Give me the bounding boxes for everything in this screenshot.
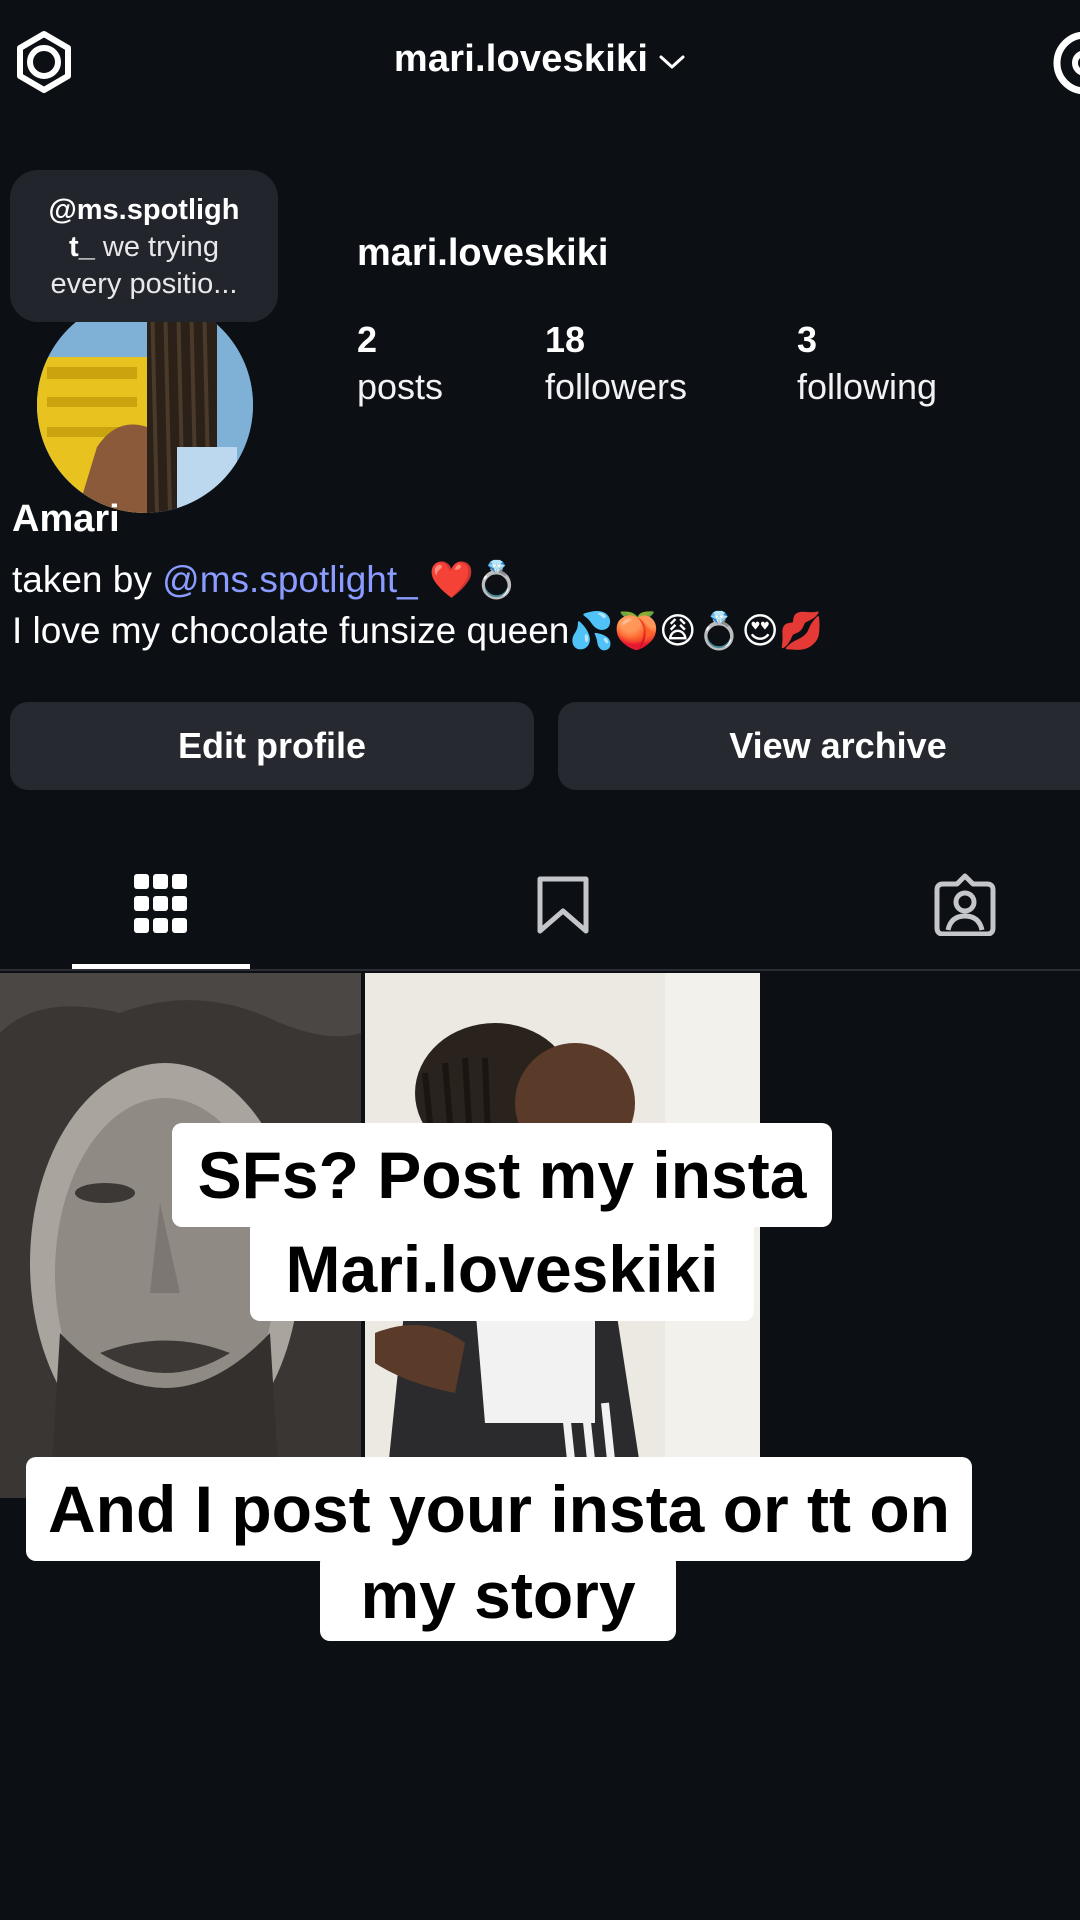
bio-emoji-2: 💦🍑😩💍😍💋 [569,611,824,652]
stat-followers[interactable]: 18 followers [545,318,687,412]
stat-posts-label: posts [357,366,444,407]
stat-following-count: 3 [797,319,818,360]
note-bubble-tail [260,248,278,266]
profile-username: mari.loveskiki [357,232,609,274]
tagged-person-icon[interactable] [933,872,997,936]
chevron-down-icon [658,39,686,82]
note-handle-cont: t_ [69,231,95,263]
stat-followers-label: followers [545,366,688,407]
caption-line-3: And I post your insta or tt on [26,1457,972,1561]
note-line2-text: we trying [94,231,219,263]
bio-line-1: taken by @ms.spotlight_ ❤️💍 [12,556,519,605]
bio-text: I love my chocolate funsize queen [12,610,570,651]
bio-emoji-1: ❤️💍 [417,560,519,601]
bookmark-icon[interactable] [536,875,590,935]
note-line2: t_ we trying [24,229,264,266]
caption-line-1: SFs? Post my insta [172,1123,832,1227]
caption-line-4: my story [320,1553,676,1641]
view-archive-button[interactable]: View archive [558,702,1080,790]
stat-posts-count: 2 [357,319,378,360]
bio-line-2: I love my chocolate funsize queen💦🍑😩💍😍💋 [12,607,824,656]
account-switcher[interactable]: mari.loveskiki [0,38,1080,82]
note-line1: @ms.spotligh [48,194,240,226]
stat-posts[interactable]: 2 posts [357,318,443,412]
note-bubble[interactable]: @ms.spotligh t_ we trying every positio.… [10,170,278,322]
grid-icon[interactable] [134,872,188,936]
display-name: Amari [12,498,120,540]
stat-following[interactable]: 3 following [797,318,937,412]
bio-prefix: taken by [12,559,163,600]
note-line3: every positio... [50,268,238,300]
caption-line-2: Mari.loveskiki [250,1218,754,1321]
stat-followers-count: 18 [545,319,586,360]
stat-following-label: following [797,366,938,407]
tab-divider [0,969,1080,971]
profile-avatar[interactable] [37,297,253,513]
bio-mention-link[interactable]: @ms.spotlight_ [162,559,418,600]
threads-icon[interactable] [1050,28,1080,98]
header-username: mari.loveskiki [393,38,649,80]
edit-profile-button[interactable]: Edit profile [10,702,534,790]
